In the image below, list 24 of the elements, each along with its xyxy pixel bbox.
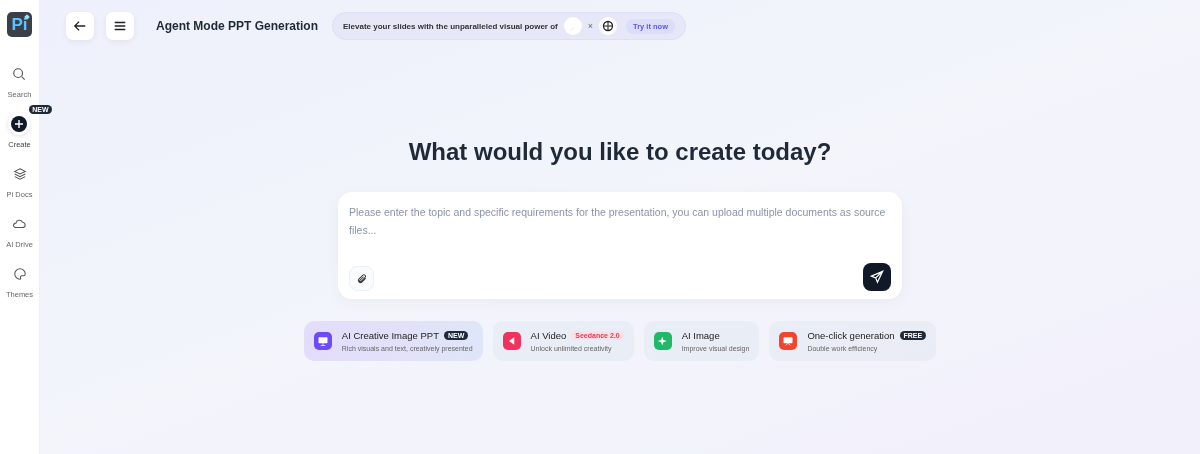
layers-icon	[12, 167, 27, 181]
send-button[interactable]	[863, 263, 891, 291]
promo-text: Elevate your slides with the unparalleled visual power of	[343, 21, 558, 31]
mode-title: AI Image	[681, 330, 720, 341]
back-button[interactable]	[66, 12, 94, 40]
plus-icon	[11, 116, 28, 132]
times-sign: ×	[587, 21, 593, 31]
knot-logo-icon	[599, 17, 617, 35]
cloud-icon	[12, 217, 27, 231]
send-icon	[870, 270, 884, 284]
page-title: Agent Mode PPT Generation	[156, 19, 318, 33]
logo[interactable]: Pi	[7, 12, 32, 37]
placeholder-text: Please enter the topic and specific requirements for the presentation, you can upload multiple documents as source files...	[349, 205, 887, 238]
search-icon	[12, 67, 27, 81]
paperclip-icon	[355, 272, 368, 285]
menu-icon	[113, 19, 127, 33]
palette-icon	[12, 267, 27, 281]
mode-title: AI Creative Image PPT	[341, 330, 439, 341]
mode-title: AI Video	[530, 330, 567, 341]
menu-button[interactable]	[106, 12, 134, 40]
back-arrow-icon	[73, 19, 87, 33]
attach-button[interactable]	[349, 266, 374, 291]
heading: What would you like to create today?	[408, 138, 832, 166]
mode-title: One-click generation	[807, 330, 895, 341]
